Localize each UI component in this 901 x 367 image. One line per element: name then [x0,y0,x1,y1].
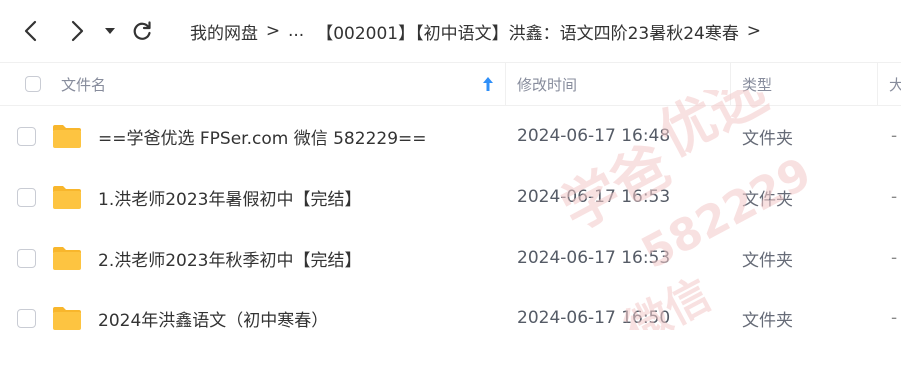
table-row[interactable]: 2024年洪鑫语文（初中寒春） 2024-06-17 16:50 文件夹 - [0,288,901,348]
column-header-type-label: 类型 [742,75,773,94]
column-header-name[interactable]: 文件名 [61,63,106,105]
sort-ascending-button[interactable] [482,63,494,105]
file-type: 文件夹 [742,189,793,210]
folder-icon [52,167,82,227]
folder-icon [52,288,82,348]
row-checkbox-cell [17,167,36,227]
column-header-modified-label: 修改时间 [517,75,578,94]
column-header-size[interactable]: 大 [889,63,901,105]
file-name[interactable]: ==学爸优选 FPSer.com 微信 582229== [98,124,427,149]
modified-cell: 2024-06-17 16:48 [517,106,670,166]
select-all-checkbox[interactable] [25,76,41,92]
history-dropdown-button[interactable] [100,18,120,44]
type-cell: 文件夹 [742,106,793,166]
row-checkbox[interactable] [17,126,36,146]
breadcrumb-current[interactable]: 【002001】【初中语文】洪鑫：语文四阶23暑秋24寒春 [316,19,739,44]
file-type: 文件夹 [742,250,793,271]
file-name[interactable]: 2.洪老师2023年秋季初中【完结】 [98,246,361,271]
refresh-button[interactable] [129,18,155,44]
file-name[interactable]: 1.洪老师2023年暑假初中【完结】 [98,185,361,210]
row-checkbox[interactable] [17,308,36,328]
size-cell: - [891,167,897,227]
column-header-modified[interactable]: 修改时间 [517,63,577,105]
breadcrumb-separator: > [265,21,281,41]
type-cell: 文件夹 [742,167,793,227]
toolbar: 我的网盘 > ... 【002001】【初中语文】洪鑫：语文四阶23暑秋24寒春… [0,0,901,62]
column-divider[interactable] [730,63,731,105]
file-size: - [891,308,898,328]
folder-icon [52,106,82,166]
chevron-right-icon [71,20,84,42]
breadcrumb: 我的网盘 > ... 【002001】【初中语文】洪鑫：语文四阶23暑秋24寒春… [190,18,769,44]
file-name-cell: ==学爸优选 FPSer.com 微信 582229== [98,106,427,166]
refresh-icon [133,21,151,40]
file-type: 文件夹 [742,128,793,149]
row-checkbox-cell [17,288,36,348]
file-name-cell: 1.洪老师2023年暑假初中【完结】 [98,167,361,227]
row-checkbox-cell [17,228,36,288]
table-row[interactable]: ==学爸优选 FPSer.com 微信 582229== 2024-06-17 … [0,106,901,166]
forward-button[interactable] [64,18,90,44]
file-size: - [891,187,898,207]
file-name[interactable]: 2024年洪鑫语文（初中寒春） [98,306,328,331]
row-checkbox[interactable] [17,187,36,207]
select-all-checkbox-cell [25,63,41,105]
modified-cell: 2024-06-17 16:53 [517,167,670,227]
table-header: 文件名 修改时间 类型 大 [0,62,901,106]
modified-time: 2024-06-17 16:53 [517,248,671,268]
size-cell: - [891,106,897,166]
back-button[interactable] [18,18,44,44]
modified-time: 2024-06-17 16:50 [517,308,671,328]
file-name-cell: 2024年洪鑫语文（初中寒春） [98,288,328,348]
column-header-size-label: 大 [889,75,901,94]
caret-down-icon [105,28,115,34]
modified-time: 2024-06-17 16:53 [517,187,671,207]
column-divider[interactable] [877,63,878,105]
column-header-type[interactable]: 类型 [742,63,772,105]
folder-icon [52,228,82,288]
type-cell: 文件夹 [742,228,793,288]
table-row[interactable]: 1.洪老师2023年暑假初中【完结】 2024-06-17 16:53 文件夹 … [0,167,901,227]
size-cell: - [891,288,897,348]
row-checkbox-cell [17,106,36,166]
breadcrumb-ellipsis[interactable]: ... [288,21,304,41]
chevron-left-icon [24,20,37,42]
row-checkbox[interactable] [17,248,36,268]
modified-time: 2024-06-17 16:48 [517,126,671,146]
column-divider[interactable] [505,63,506,105]
modified-cell: 2024-06-17 16:53 [517,228,670,288]
breadcrumb-root[interactable]: 我的网盘 [190,19,258,44]
table-row[interactable]: 2.洪老师2023年秋季初中【完结】 2024-06-17 16:53 文件夹 … [0,228,901,288]
file-name-cell: 2.洪老师2023年秋季初中【完结】 [98,228,361,288]
size-cell: - [891,228,897,288]
column-header-name-label: 文件名 [61,75,107,94]
file-type: 文件夹 [742,310,793,331]
modified-cell: 2024-06-17 16:50 [517,288,670,348]
type-cell: 文件夹 [742,288,793,348]
file-size: - [891,248,898,268]
breadcrumb-separator-trailing[interactable]: > [739,21,769,41]
arrow-up-icon [483,77,493,91]
file-manager-window: 我的网盘 > ... 【002001】【初中语文】洪鑫：语文四阶23暑秋24寒春… [0,0,901,367]
file-size: - [891,126,898,146]
